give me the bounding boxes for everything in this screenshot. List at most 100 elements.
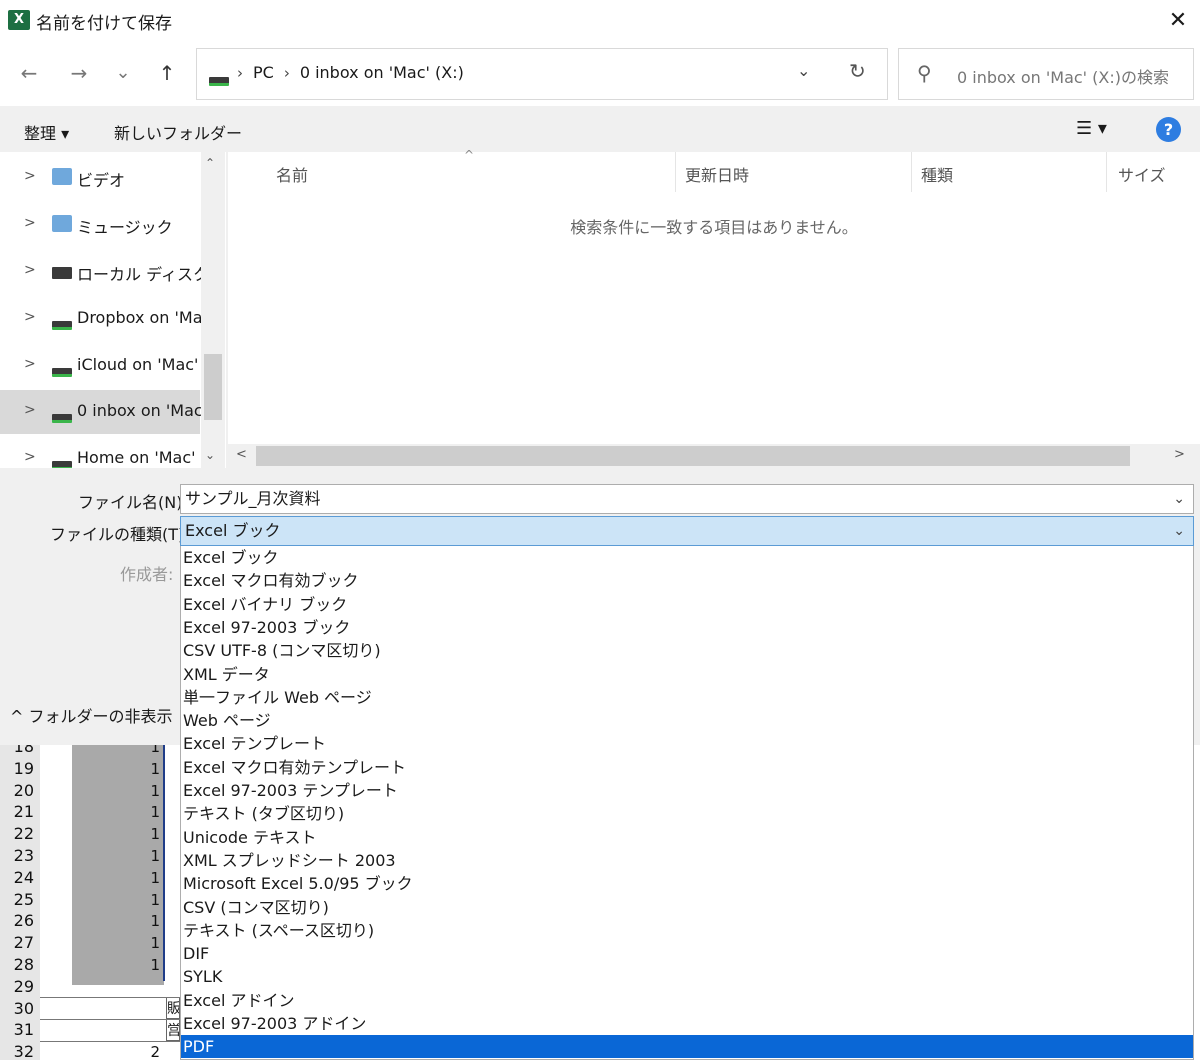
filetype-option[interactable]: CSV (コンマ区切り) [181, 896, 1193, 919]
cell-value[interactable]: 2 [100, 1041, 160, 1060]
row-number[interactable]: 22 [0, 823, 40, 845]
scroll-left-icon[interactable]: < [236, 447, 247, 462]
expand-chevron-icon[interactable]: > [24, 402, 36, 418]
filetype-select[interactable]: Excel ブック ⌄ [180, 516, 1194, 546]
forward-arrow-icon[interactable]: → [64, 58, 94, 88]
column-divider[interactable] [911, 152, 912, 192]
cell-value[interactable]: 1 [100, 758, 160, 780]
new-folder-button[interactable]: 新しいフォルダー [114, 120, 242, 144]
column-header-size[interactable]: サイズ [1118, 162, 1166, 186]
breadcrumb-current[interactable]: 0 inbox on 'Mac' (X:) [300, 63, 464, 82]
cell-value[interactable]: 1 [100, 910, 160, 932]
filetype-option[interactable]: テキスト (スペース区切り) [181, 919, 1193, 942]
tree-item-dropbox[interactable]: > Dropbox on 'Mac [0, 297, 201, 341]
tree-item-icloud[interactable]: > iCloud on 'Mac' [0, 344, 200, 388]
tree-item-home[interactable]: > Home on 'Mac' [0, 437, 200, 468]
scroll-right-icon[interactable]: > [1174, 447, 1185, 462]
row-number[interactable]: 30 [0, 998, 40, 1020]
cell-value[interactable]: 1 [100, 932, 160, 954]
view-options-icon[interactable]: ☰ ▾ [1076, 118, 1107, 139]
breadcrumb-pc[interactable]: PC [253, 63, 274, 82]
column-divider[interactable] [675, 152, 676, 192]
row-number[interactable]: 26 [0, 910, 40, 932]
expand-chevron-icon[interactable]: > [24, 449, 36, 465]
filetype-option[interactable]: 単一ファイル Web ページ [181, 686, 1193, 709]
filetype-option[interactable]: Excel テンプレート [181, 732, 1193, 755]
row-number[interactable]: 27 [0, 932, 40, 954]
up-arrow-icon[interactable]: ↑ [152, 58, 182, 88]
chevron-down-icon[interactable]: ⌄ [1173, 517, 1185, 545]
filetype-option[interactable]: XML スプレッドシート 2003 [181, 849, 1193, 872]
expand-chevron-icon[interactable]: > [24, 262, 36, 278]
filetype-option[interactable]: SYLK [181, 965, 1193, 988]
row-number[interactable]: 25 [0, 889, 40, 911]
organize-menu[interactable]: 整理 ▾ [24, 120, 69, 144]
column-header-type[interactable]: 種類 [921, 162, 953, 186]
cell-value[interactable]: 1 [100, 823, 160, 845]
scrollbar-thumb[interactable] [256, 446, 1130, 466]
scroll-down-icon[interactable]: ⌄ [205, 448, 215, 462]
cell-value[interactable]: 1 [100, 780, 160, 802]
scroll-up-icon[interactable]: ⌃ [205, 156, 215, 170]
column-header-name[interactable]: 名前 [276, 162, 308, 186]
tree-item-music[interactable]: > ミュージック [0, 203, 200, 247]
filetype-option[interactable]: CSV UTF-8 (コンマ区切り) [181, 639, 1193, 662]
row-number[interactable]: 32 [0, 1041, 40, 1060]
filetype-option[interactable]: Microsoft Excel 5.0/95 ブック [181, 872, 1193, 895]
filetype-option[interactable]: PDF [181, 1035, 1193, 1059]
row-number[interactable]: 23 [0, 845, 40, 867]
filetype-option[interactable]: Unicode テキスト [181, 826, 1193, 849]
expand-chevron-icon[interactable]: > [24, 215, 36, 231]
recent-locations-icon[interactable]: ⌄ [108, 58, 138, 88]
search-box[interactable]: ⚲ 0 inbox on 'Mac' (X:)の検索 [898, 48, 1194, 100]
filetype-option[interactable]: Excel バイナリ ブック [181, 593, 1193, 616]
filetype-option[interactable]: Excel ブック [181, 546, 1193, 569]
cell-value[interactable]: 1 [100, 801, 160, 823]
address-dropdown-icon[interactable]: ⌄ [797, 61, 810, 80]
chevron-down-icon[interactable]: ⌄ [1173, 485, 1185, 513]
scrollbar-thumb[interactable] [204, 354, 222, 420]
filetype-option[interactable]: Excel アドイン [181, 989, 1193, 1012]
close-button[interactable]: ✕ [1160, 4, 1196, 38]
tree-item-local-disk[interactable]: > ローカル ディスク (C [0, 250, 201, 294]
column-header-modified[interactable]: 更新日時 [685, 162, 749, 186]
refresh-icon[interactable]: ↻ [849, 59, 866, 83]
cell-text[interactable]: 販 [166, 997, 180, 1019]
expand-chevron-icon[interactable]: > [24, 168, 36, 184]
row-number[interactable]: 31 [0, 1019, 40, 1041]
expand-chevron-icon[interactable]: > [24, 356, 36, 372]
navigation-scrollbar[interactable]: ⌃ ⌄ [201, 152, 225, 468]
cell-value[interactable]: 1 [100, 845, 160, 867]
tree-item-videos[interactable]: > ビデオ [0, 156, 200, 200]
row-number[interactable]: 29 [0, 976, 40, 998]
horizontal-scrollbar[interactable]: < > [228, 444, 1200, 468]
filetype-option[interactable]: Excel マクロ有効ブック [181, 569, 1193, 592]
cell-value[interactable]: 1 [100, 889, 160, 911]
filetype-option[interactable]: DIF [181, 942, 1193, 965]
cell-value[interactable]: 1 [100, 954, 160, 976]
address-bar[interactable]: › PC › 0 inbox on 'Mac' (X:) ⌄ ↻ [196, 48, 888, 100]
filetype-option[interactable]: テキスト (タブ区切り) [181, 802, 1193, 825]
filetype-option[interactable]: Excel 97-2003 アドイン [181, 1012, 1193, 1035]
filetype-option[interactable]: Web ページ [181, 709, 1193, 732]
navigation-pane: > ビデオ > ミュージック > ローカル ディスク (C > Dropbox … [0, 152, 226, 468]
cell-value[interactable]: 1 [100, 867, 160, 889]
column-divider[interactable] [1106, 152, 1107, 192]
filetype-option[interactable]: Excel 97-2003 ブック [181, 616, 1193, 639]
row-number[interactable]: 24 [0, 867, 40, 889]
filetype-option[interactable]: Excel マクロ有効テンプレート [181, 756, 1193, 779]
filetype-option[interactable]: XML データ [181, 663, 1193, 686]
expand-chevron-icon[interactable]: > [24, 309, 36, 325]
filename-field[interactable]: サンプル_月次資料 ⌄ [180, 484, 1194, 514]
row-number[interactable]: 28 [0, 954, 40, 976]
row-number[interactable]: 20 [0, 780, 40, 802]
tree-item-inbox[interactable]: > 0 inbox on 'Mac [0, 390, 201, 434]
cell-text[interactable]: 営 [166, 1019, 180, 1041]
row-number[interactable]: 21 [0, 801, 40, 823]
help-icon[interactable]: ? [1156, 117, 1181, 142]
filetype-value: Excel ブック [185, 521, 281, 540]
back-arrow-icon[interactable]: ← [14, 58, 44, 88]
hide-folders-button[interactable]: ^ フォルダーの非表示 [10, 703, 173, 727]
filetype-option[interactable]: Excel 97-2003 テンプレート [181, 779, 1193, 802]
row-number[interactable]: 19 [0, 758, 40, 780]
